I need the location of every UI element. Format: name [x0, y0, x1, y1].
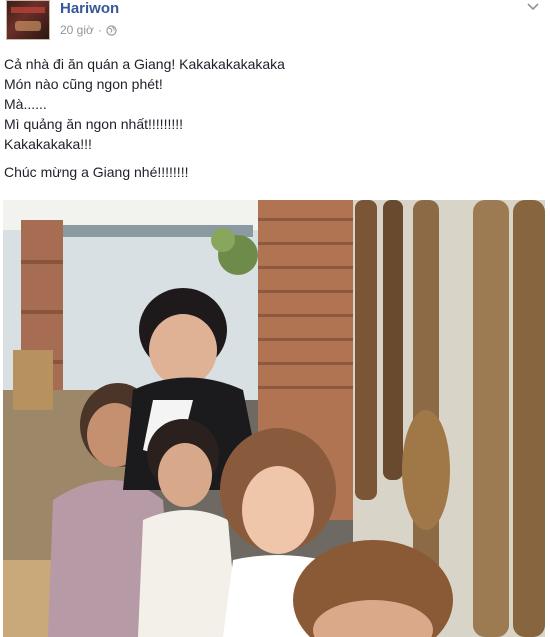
post-header: Hariwon 20 giờ · [0, 0, 550, 44]
avatar-decoration [11, 7, 45, 13]
meta-separator: · [97, 23, 102, 37]
avatar[interactable] [6, 0, 50, 40]
group-selfie-image [3, 200, 545, 637]
post-line: Mà...... [4, 96, 47, 112]
post-line: Mì quảng ăn ngon nhất!!!!!!!!! [4, 116, 184, 132]
chevron-down-icon[interactable] [526, 0, 540, 14]
avatar-decoration [15, 21, 41, 31]
post-meta: 20 giờ · [60, 22, 117, 38]
post-time[interactable]: 20 giờ [60, 22, 94, 38]
post-line: Cả nhà đi ăn quán a Giang! Kakakakakakak… [4, 56, 285, 72]
post-line: Món nào cũng ngon phét! [4, 76, 163, 92]
post-body: Cả nhà đi ăn quán a Giang! Kakakakakakak… [4, 54, 544, 182]
post-line: Kakakakaka!!! [4, 136, 92, 152]
author-name[interactable]: Hariwon [60, 0, 119, 18]
post-line: Chúc mừng a Giang nhé!!!!!!!! [4, 164, 189, 180]
globe-icon[interactable] [106, 24, 117, 36]
post-photo[interactable] [3, 200, 545, 637]
